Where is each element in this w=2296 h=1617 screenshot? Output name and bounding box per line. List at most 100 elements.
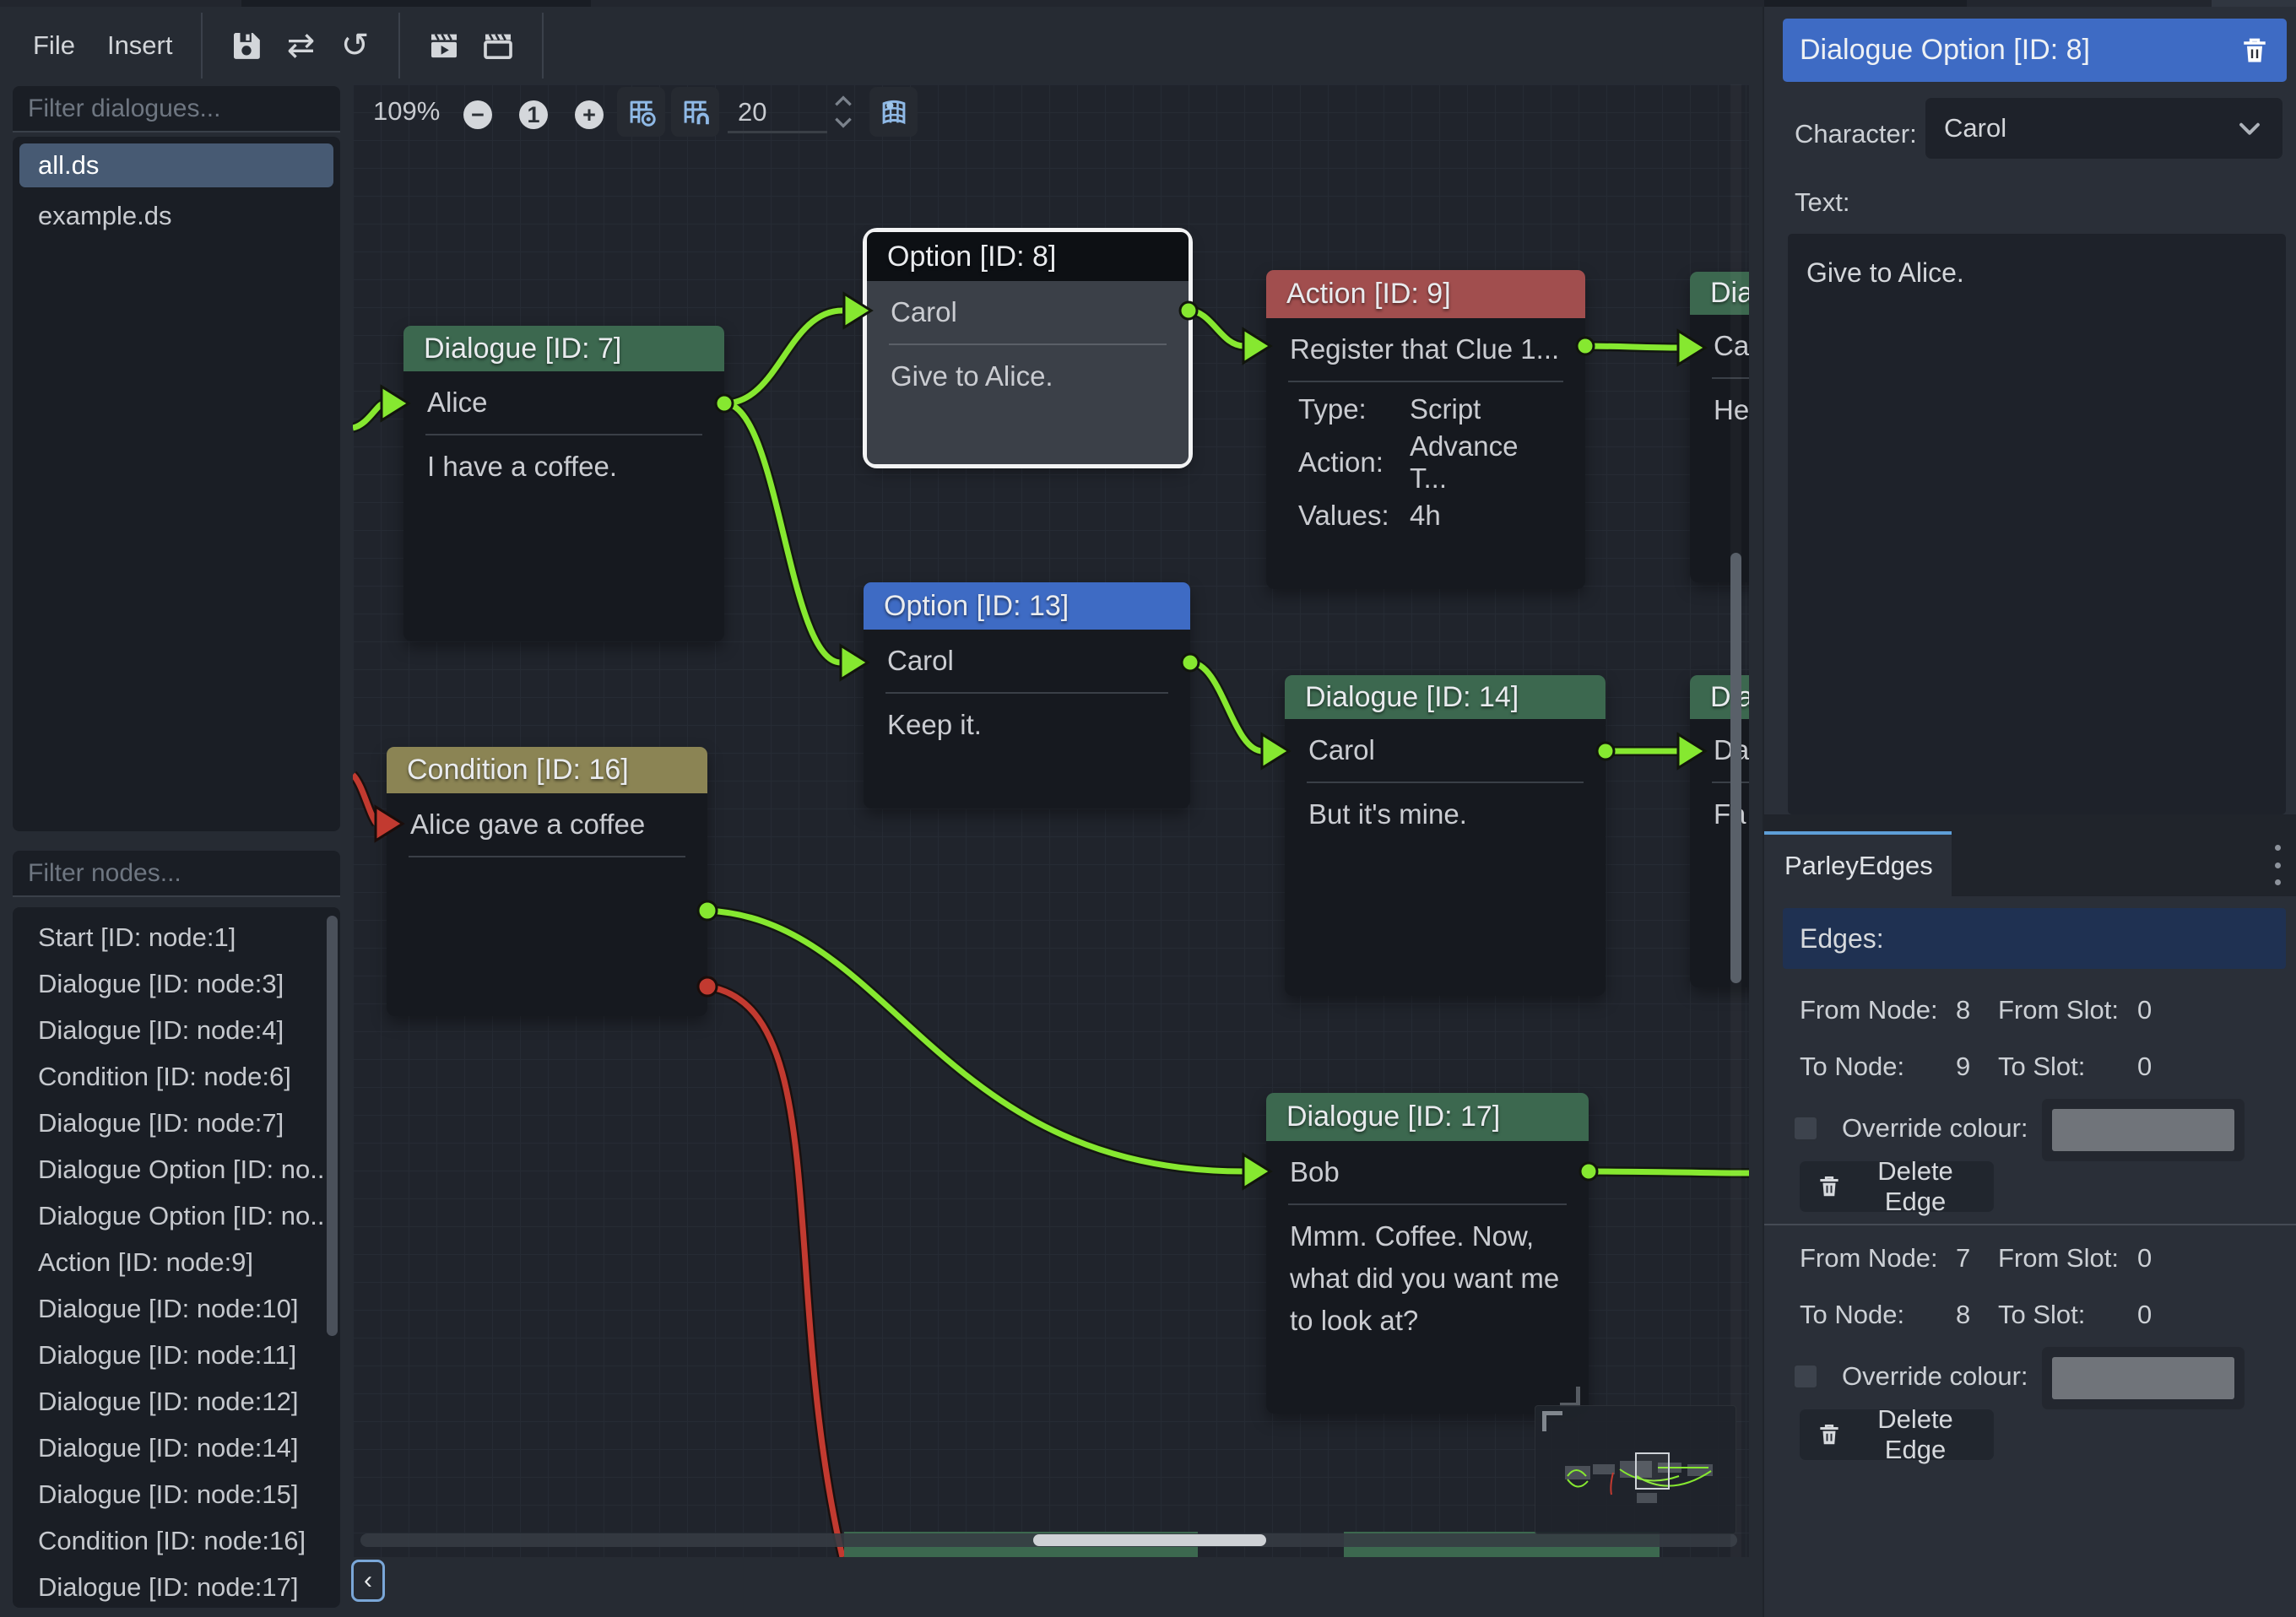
bottom-tab-bar: ParleyEdges (1764, 831, 2296, 896)
snap-grid-icon[interactable] (671, 87, 719, 137)
node-list-item[interactable]: Dialogue [ID: node:3] (13, 960, 340, 1007)
zoom-out-button[interactable]: − (463, 100, 492, 129)
toggle-minimap-icon[interactable] (869, 87, 918, 137)
node-list-item[interactable]: Dialogue [ID: node:7] (13, 1100, 340, 1146)
from-slot-label: From Slot: (1998, 995, 2137, 1025)
node-header[interactable]: Dialogue [ID: 7] (403, 326, 724, 371)
graph-node-option-8[interactable]: Option [ID: 8] Carol Give to Alice. (867, 232, 1189, 464)
node-header[interactable]: Dialogue [ID: 14] (1285, 675, 1606, 719)
toolbar-separator (398, 13, 400, 78)
text-label: Text: (1795, 187, 1849, 218)
override-colour-swatch[interactable] (2042, 1347, 2245, 1409)
spin-up-icon[interactable] (832, 92, 854, 111)
node-list-item[interactable]: Dialogue [ID: node:11] (13, 1332, 340, 1378)
node-list-item[interactable]: Dialogue [ID: node:4] (13, 1007, 340, 1053)
canvas-hscrollbar-thumb[interactable] (1033, 1534, 1266, 1546)
from-node-value: 7 (1956, 1243, 1998, 1274)
to-node-value: 8 (1956, 1300, 1998, 1330)
node-list-item[interactable]: Start [ID: node:1] (13, 914, 340, 960)
node-header[interactable]: Condition [ID: 16] (387, 747, 707, 793)
node-header[interactable]: Action [ID: 9] (1266, 270, 1585, 318)
to-node-value: 9 (1956, 1052, 1998, 1082)
trash-icon (1817, 1422, 1842, 1447)
sidebar: all.ds example.ds Start [ID: node:1] Dia… (0, 84, 342, 1617)
override-colour-checkbox[interactable] (1793, 1116, 1818, 1141)
graph-node-dialogue-17[interactable]: Dialogue [ID: 17] Bob Mmm. Coffee. Now, … (1266, 1093, 1589, 1414)
toolbar-separator (542, 13, 544, 78)
override-colour-swatch[interactable] (2042, 1099, 2245, 1161)
minimap-resize-handle[interactable] (1542, 1411, 1562, 1431)
dialogue-file-item[interactable]: all.ds (19, 143, 333, 187)
graph-node-dialogue-7[interactable]: Dialogue [ID: 7] Alice I have a coffee. (403, 326, 724, 641)
zoom-reset-button[interactable]: 1 (519, 100, 548, 129)
to-slot-label: To Slot: (1998, 1300, 2137, 1330)
character-label: Character: (1795, 119, 1917, 149)
filter-nodes-input[interactable] (28, 859, 354, 888)
delete-edge-button[interactable]: Delete Edge (1800, 1161, 1994, 1212)
node-list-item[interactable]: Action [ID: node:9] (13, 1239, 340, 1285)
delete-edge-button[interactable]: Delete Edge (1800, 1409, 1994, 1460)
node-list-item[interactable]: Dialogue Option [ID: no... (13, 1146, 340, 1192)
spin-down-icon[interactable] (832, 113, 854, 132)
node-list-item[interactable]: Condition [ID: node:6] (13, 1053, 340, 1100)
graph-minimap[interactable] (1535, 1405, 1736, 1534)
snap-distance-spinbox[interactable]: 20 (726, 87, 861, 137)
run-dialogue-icon[interactable] (422, 24, 466, 68)
graph-canvas[interactable]: Dialogue [ID: 7] Alice I have a coffee. … (353, 84, 1749, 1557)
minimap-content (1535, 1406, 1736, 1533)
node-list-item[interactable]: Dialogue [ID: node:10] (13, 1285, 340, 1332)
node-text-row: But it's mine. (1285, 783, 1606, 846)
node-character-row: Carol (867, 281, 1189, 343)
menu-file[interactable]: File (21, 24, 87, 68)
node-header[interactable]: Dialogue [ID: 17] (1266, 1093, 1589, 1141)
filter-dialogues-input[interactable] (28, 95, 354, 123)
graph-node-condition-16[interactable]: Condition [ID: 16] Alice gave a coffee t… (387, 747, 707, 1016)
nodes-list: Start [ID: node:1] Dialogue [ID: node:3]… (13, 907, 340, 1608)
minimap-viewport[interactable] (1636, 1453, 1669, 1489)
node-list-item[interactable]: Dialogue [ID: node:14] (13, 1425, 340, 1471)
node-resize-handle[interactable] (1560, 1387, 1580, 1407)
from-node-label: From Node: (1800, 1243, 1956, 1274)
option-text-area[interactable]: Give to Alice. (1788, 234, 2286, 814)
from-node-value: 8 (1956, 995, 1998, 1025)
canvas-vscrollbar-thumb[interactable] (1730, 553, 1741, 983)
edges-list: From Node: 8 From Slot: 0 To Node: 9 To … (1764, 977, 2296, 1470)
edge-entry: From Node: 7 From Slot: 0 To Node: 8 To … (1764, 1224, 2296, 1470)
zoom-in-button[interactable]: + (575, 100, 604, 129)
inspector-panel: Dialogue Option [ID: 8] Character: Carol… (1763, 7, 2296, 1617)
parley-dialogue-editor: File Insert ⇄ ↺ all.ds example.ds (0, 0, 2296, 1617)
node-list-item[interactable]: Dialogue Option [ID: no... (13, 1192, 340, 1239)
dialogue-file-item[interactable]: example.ds (19, 194, 333, 238)
new-dialogue-icon[interactable] (476, 24, 520, 68)
node-slot-row: Register that Clue 1... (1266, 318, 1585, 381)
menu-insert[interactable]: Insert (95, 24, 185, 68)
undo-icon[interactable]: ↺ (333, 24, 376, 68)
graph-node-dialogue-14[interactable]: Dialogue [ID: 14] Carol But it's mine. (1285, 675, 1606, 996)
node-list-item[interactable]: Dialogue [ID: node:17] (13, 1564, 340, 1608)
to-slot-label: To Slot: (1998, 1052, 2137, 1082)
node-character-row: Carol (1285, 719, 1606, 781)
node-list-item[interactable]: Dialogue [ID: node:15] (13, 1471, 340, 1517)
swap-icon[interactable]: ⇄ (279, 24, 322, 68)
node-property-row: Values: 4h (1266, 489, 1585, 542)
sidebar-collapse-button[interactable]: ‹ (351, 1560, 385, 1602)
tab-options-icon[interactable] (2269, 845, 2286, 885)
node-header[interactable]: Option [ID: 8] (867, 232, 1189, 281)
character-dropdown[interactable]: Carol (1925, 98, 2282, 159)
graph-node-action-9[interactable]: Action [ID: 9] Register that Clue 1... T… (1266, 270, 1585, 589)
to-node-label: To Node: (1800, 1052, 1956, 1082)
nodes-list-scrollbar[interactable] (327, 916, 338, 1336)
node-list-item[interactable]: Dialogue [ID: node:12] (13, 1378, 340, 1425)
tab-parley-edges[interactable]: ParleyEdges (1764, 831, 1952, 896)
save-icon[interactable] (225, 24, 268, 68)
snap-distance-value[interactable]: 20 (738, 97, 766, 127)
node-property-row: Type: Script (1266, 382, 1585, 435)
graph-node-option-13[interactable]: Option [ID: 13] Carol Keep it. (864, 582, 1190, 808)
toolbar-separator (201, 13, 203, 78)
trash-icon[interactable] (2239, 35, 2270, 66)
node-list-item[interactable]: Condition [ID: node:16] (13, 1517, 340, 1564)
override-colour-checkbox[interactable] (1793, 1364, 1818, 1389)
toggle-grid-icon[interactable] (617, 87, 665, 137)
node-header[interactable]: Option [ID: 13] (864, 582, 1190, 630)
node-text-row: I have a coffee. (403, 435, 724, 498)
